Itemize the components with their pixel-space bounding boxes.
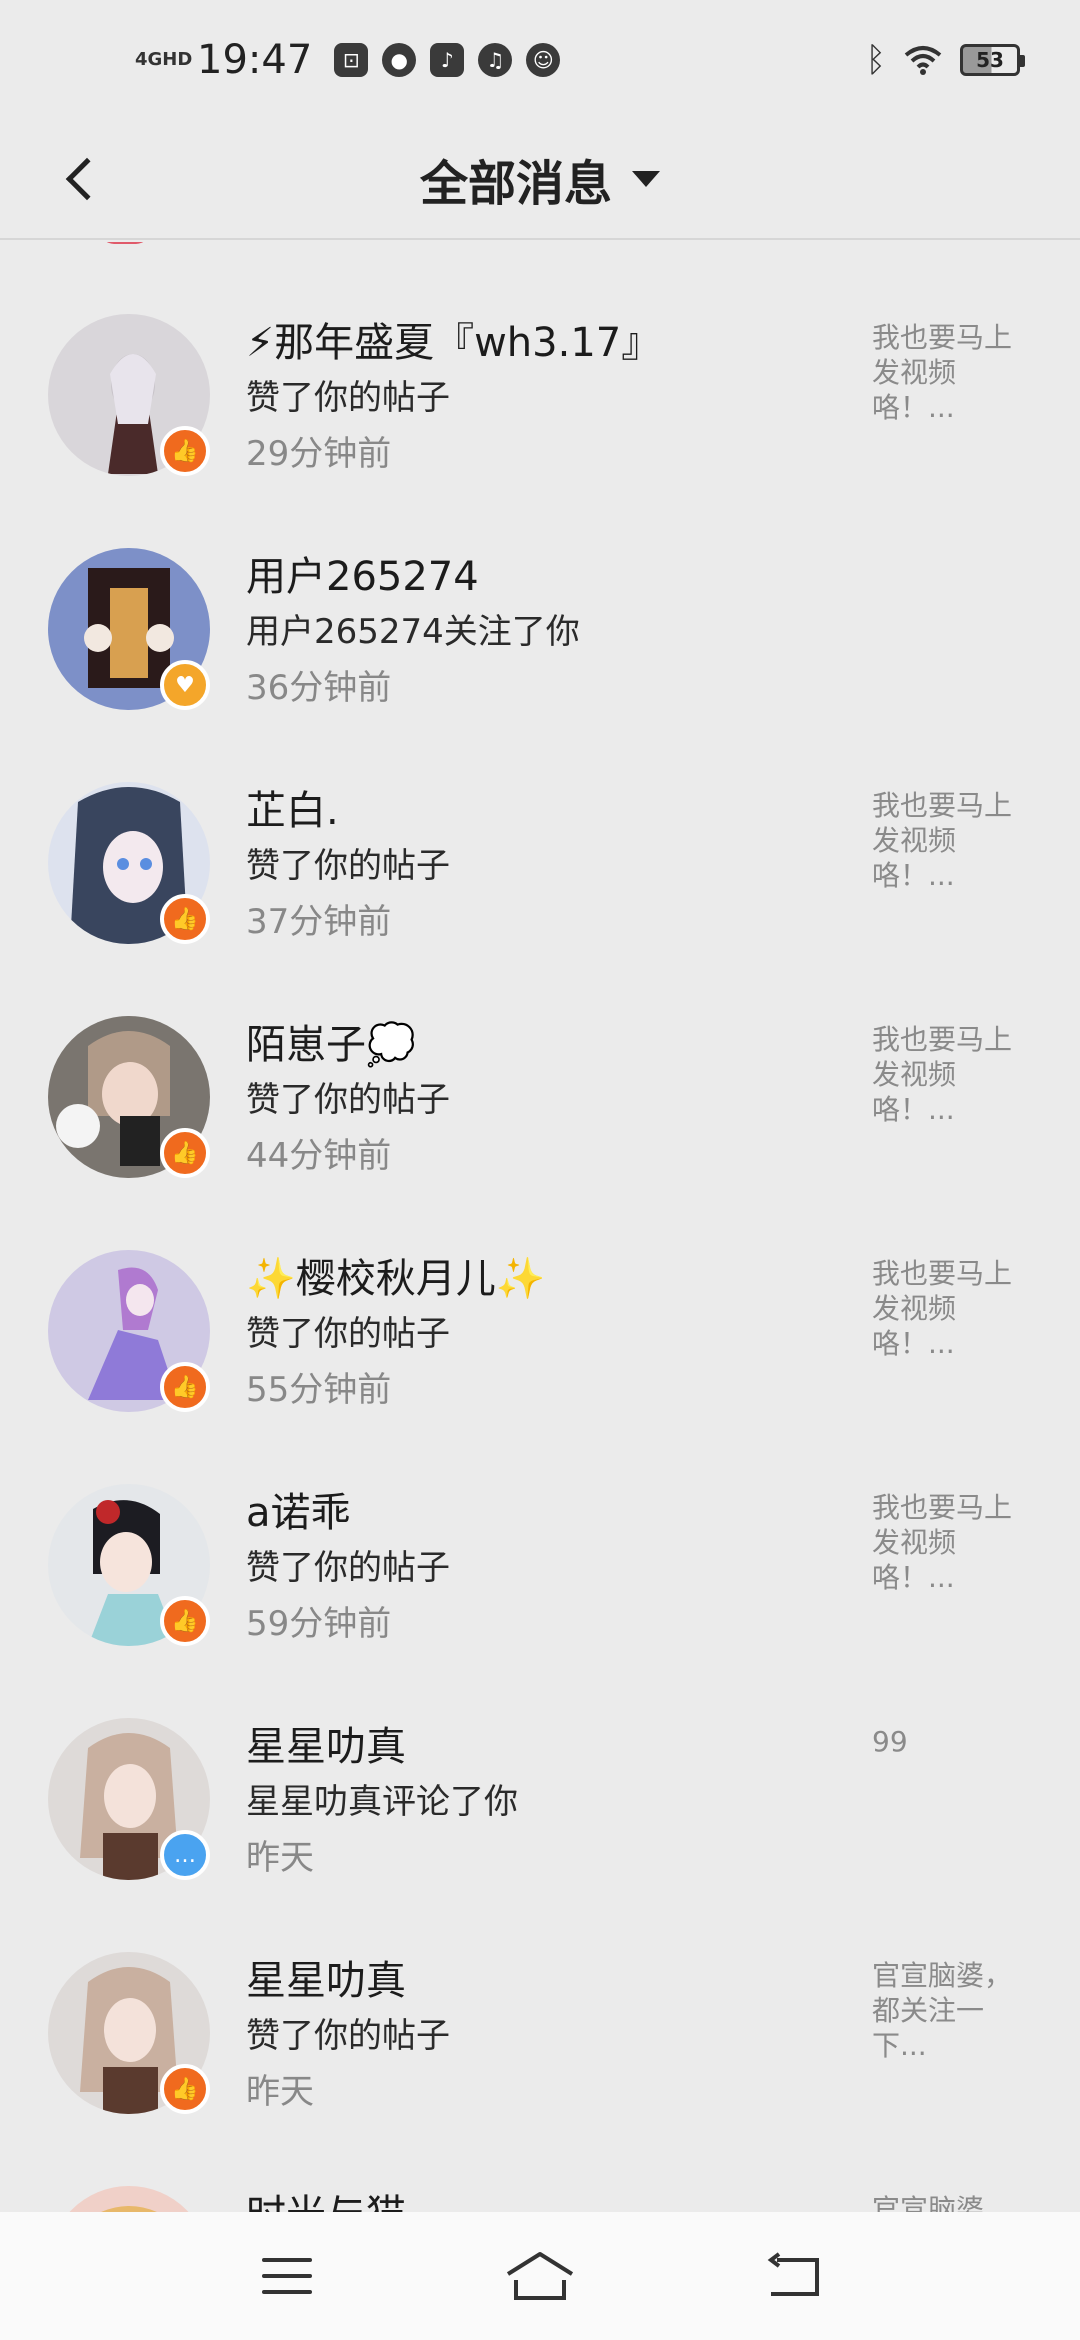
page-title: 全部消息: [419, 156, 612, 212]
message-action: 赞了你的帖子: [246, 378, 450, 418]
message-item[interactable]: 👍 星星叻真 赞了你的帖子 昨天 官宣脑婆，都关注一下...: [0, 1880, 1080, 2114]
chevron-left-icon[interactable]: [50, 146, 110, 212]
message-time: 55分钟前: [246, 1370, 392, 1410]
music-icon: ♫: [478, 43, 513, 77]
message-action: 赞了你的帖子: [246, 2016, 450, 2056]
bot-icon: ☺: [526, 43, 561, 77]
tiktok-icon: ♪: [430, 43, 465, 77]
post-preview[interactable]: 我也要马上发视频咯！...: [872, 320, 1022, 425]
thumbs-up-icon: 👍: [160, 2064, 210, 2114]
menu-icon[interactable]: [247, 2241, 327, 2311]
post-preview[interactable]: 官宣脑婆: [872, 2192, 1022, 2212]
message-item[interactable]: 👍 ✨樱校秋月儿✨ 赞了你的帖子 55分钟前 我也要马上发视频咯！...: [0, 1178, 1080, 1412]
battery-level: 53: [976, 48, 1004, 72]
bluetooth-icon: ᛒ: [865, 40, 886, 80]
sender-name: ⚡那年盛夏『wh3.17』: [246, 320, 662, 366]
sender-name: 陌崽子💭: [246, 1022, 416, 1068]
message-time: 昨天: [246, 2072, 314, 2112]
clock: 19:47: [197, 37, 313, 83]
caret-down-icon: [632, 171, 660, 187]
message-time: 37分钟前: [246, 902, 392, 942]
post-preview[interactable]: 官宣脑婆，都关注一下...: [872, 1958, 1022, 2063]
message-item[interactable]: ♥ 用户265274 用户265274关注了你 36分钟前: [0, 476, 1080, 710]
header: 全部消息: [0, 120, 1080, 240]
system-nav-bar: [0, 2212, 1080, 2340]
home-icon[interactable]: [500, 2241, 580, 2311]
message-item[interactable]: 👍 ⚡那年盛夏『wh3.17』 赞了你的帖子 29分钟前 我也要马上发视频咯！.…: [0, 242, 1080, 476]
sender-name: 星星叻真: [246, 1958, 406, 2004]
return-icon[interactable]: [753, 2241, 833, 2311]
post-preview[interactable]: 我也要马上发视频咯！...: [872, 788, 1022, 893]
title-dropdown[interactable]: 全部消息: [420, 144, 660, 214]
post-preview[interactable]: 我也要马上发视频咯！...: [872, 1256, 1022, 1361]
wechat-icon: ●: [382, 43, 417, 77]
thumbs-up-icon: 👍: [160, 1128, 210, 1178]
sender-name: 芷白.: [246, 788, 339, 834]
message-action: 星星叻真评论了你: [246, 1782, 518, 1822]
message-item[interactable]: … 星星叻真 星星叻真评论了你 昨天 99: [0, 1646, 1080, 1880]
post-preview[interactable]: 我也要马上发视频咯！...: [872, 1022, 1022, 1127]
thumbs-up-icon: 👍: [160, 894, 210, 944]
post-preview[interactable]: 99: [872, 1724, 1022, 1759]
message-time: 36分钟前: [246, 668, 392, 708]
message-item[interactable]: 时光与猫 官宣脑婆: [0, 2114, 1080, 2212]
sender-name: 用户265274: [246, 554, 479, 600]
message-action: 赞了你的帖子: [246, 1080, 450, 1120]
scan-app-icon: ⊡: [334, 43, 369, 77]
avatar[interactable]: [48, 2186, 210, 2212]
message-time: 59分钟前: [246, 1604, 392, 1644]
message-action: 用户265274关注了你: [246, 612, 580, 652]
network-indicator: 4GHD: [135, 49, 193, 70]
thumbs-up-icon: 👍: [160, 426, 210, 476]
heart-icon: ♥: [160, 660, 210, 710]
sender-name: a诺乖: [246, 1490, 351, 1536]
message-time: 44分钟前: [246, 1136, 392, 1176]
sender-name: 星星叻真: [246, 1724, 406, 1770]
status-bar: 4GHD 19:47 ⊡ ● ♪ ♫ ☺ ᛒ 53: [0, 0, 1080, 120]
message-item[interactable]: 👍 陌崽子💭 赞了你的帖子 44分钟前 我也要马上发视频咯！...: [0, 944, 1080, 1178]
comment-icon: …: [160, 1830, 210, 1880]
battery-icon: 53: [960, 44, 1025, 76]
message-item[interactable]: 👍 芷白. 赞了你的帖子 37分钟前 我也要马上发视频咯！...: [0, 710, 1080, 944]
thumbs-up-icon: 👍: [160, 1362, 210, 1412]
post-preview[interactable]: 我也要马上发视频咯！...: [872, 1490, 1022, 1595]
sender-name: 时光与猫: [246, 2182, 406, 2212]
wifi-icon: [904, 46, 942, 75]
sender-name: ✨樱校秋月儿✨: [246, 1256, 546, 1302]
message-time: 29分钟前: [246, 434, 392, 474]
message-action: 赞了你的帖子: [246, 1314, 450, 1354]
message-time: 昨天: [246, 1838, 314, 1878]
message-action: 赞了你的帖子: [246, 1548, 450, 1588]
message-item[interactable]: 👍 a诺乖 赞了你的帖子 59分钟前 我也要马上发视频咯！...: [0, 1412, 1080, 1646]
thumbs-up-icon: 👍: [160, 1596, 210, 1646]
message-action: 赞了你的帖子: [246, 846, 450, 886]
message-list[interactable]: 👍 ⚡那年盛夏『wh3.17』 赞了你的帖子 29分钟前 我也要马上发视频咯！.…: [0, 242, 1080, 2212]
